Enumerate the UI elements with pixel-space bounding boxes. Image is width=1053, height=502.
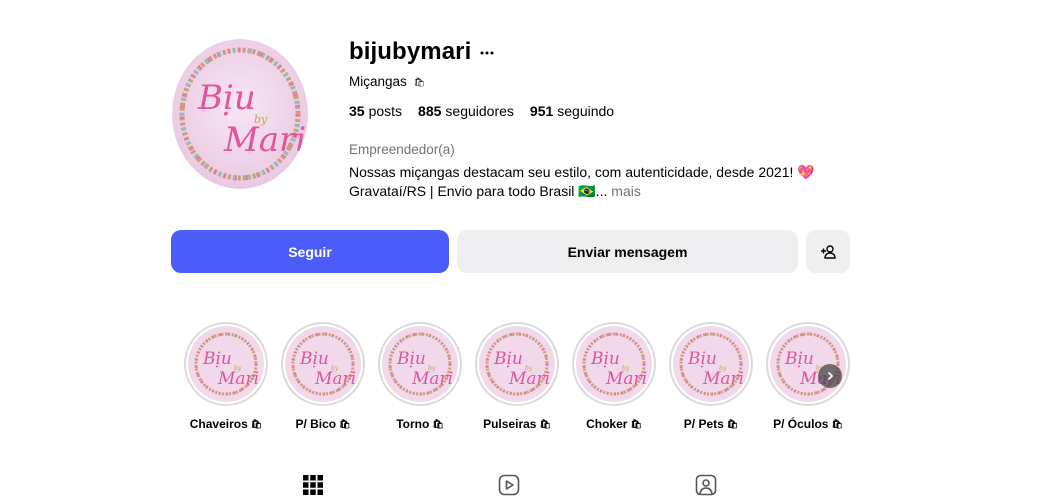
- svg-text:Bịu: Bịu: [202, 349, 232, 369]
- reels-icon[interactable]: [498, 474, 520, 496]
- highlight-item[interactable]: Bịu by Mari Torno 🛍: [378, 322, 462, 431]
- highlight-cover-image: BịubyMari: [576, 326, 652, 402]
- shopping-bags-emoji: 🛍: [250, 419, 263, 430]
- highlight-cover-image: BịubyMari: [188, 326, 264, 402]
- send-message-button[interactable]: Enviar mensagem: [457, 230, 798, 273]
- shopping-bags-emoji: 🛍: [630, 419, 642, 430]
- bio-line-1: Nossas miçangas destacam seu estilo, com…: [349, 164, 815, 180]
- tagged-icon[interactable]: [695, 474, 717, 496]
- bio-more-link[interactable]: mais: [611, 183, 641, 199]
- grid-icon[interactable]: [302, 474, 324, 496]
- svg-text:Bịu: Bịu: [493, 349, 523, 369]
- svg-text:Mari: Mari: [508, 369, 550, 389]
- posts-stat: 35 posts: [349, 103, 403, 119]
- profile-role: Empreendedor(a): [349, 142, 455, 157]
- shopping-bags-emoji: 🛍: [339, 419, 351, 430]
- highlight-label: Torno 🛍: [396, 417, 444, 431]
- highlight-label: P/ Pets 🛍: [683, 417, 739, 431]
- story-highlights: Bịu by Mari Chaveiros 🛍 Bịu by Mari P/ Bico 🛍 Bịu b…: [184, 322, 850, 431]
- profile-category: Miçangas 🛍: [349, 74, 425, 89]
- highlight-item[interactable]: Bịu by Mari P/ Bico 🛍: [281, 322, 365, 431]
- highlight-ring: BịubyMari: [572, 322, 656, 406]
- more-options-icon[interactable]: [478, 44, 496, 62]
- avatar-logo-text: Bịu: [197, 78, 256, 118]
- highlight-cover-image: BịubyMari: [673, 326, 749, 402]
- following-stat[interactable]: 951 seguindo: [530, 103, 614, 119]
- highlight-item[interactable]: Bịu by Mari Pulseiras 🛍: [475, 322, 559, 431]
- svg-text:Mari: Mari: [223, 120, 306, 160]
- bio-line-2: Gravataí/RS | Envio para todo Brasil 🇧🇷.…: [349, 183, 608, 199]
- shopping-bags-emoji: 🛍: [432, 419, 444, 430]
- suggest-users-button[interactable]: [806, 230, 850, 273]
- svg-text:Bịu: Bịu: [590, 349, 620, 369]
- svg-text:Mari: Mari: [702, 369, 744, 389]
- highlight-cover-image: BịubyMari: [479, 326, 555, 402]
- highlight-label: P/ Bico 🛍: [295, 417, 351, 431]
- highlight-item[interactable]: Bịu by Mari Chaveiros 🛍: [184, 322, 268, 431]
- avatar-logo-image: Bịu by Mari: [172, 39, 308, 189]
- highlight-item[interactable]: Bịu by Mari Choker 🛍: [572, 322, 656, 431]
- shopping-bags-emoji: 🛍: [726, 419, 739, 430]
- svg-text:Bịu: Bịu: [396, 349, 426, 369]
- highlight-ring: BịubyMari: [475, 322, 559, 406]
- profile-avatar[interactable]: Bịu by Mari: [172, 39, 308, 189]
- svg-text:Bịu: Bịu: [299, 349, 329, 369]
- highlight-label: Choker 🛍: [586, 417, 642, 431]
- highlight-cover-image: BịubyMari: [285, 326, 361, 402]
- svg-text:Mari: Mari: [314, 369, 356, 389]
- highlight-item[interactable]: Bịu by Mari P/ Pets 🛍: [669, 322, 753, 431]
- followers-stat[interactable]: 885 seguidores: [418, 103, 514, 119]
- highlight-label: Pulseiras 🛍: [483, 417, 551, 431]
- shopping-bags-emoji: 🛍: [413, 76, 425, 87]
- highlight-ring: BịubyMari: [378, 322, 462, 406]
- profile-bio: Nossas miçangas destacam seu estilo, com…: [349, 163, 819, 201]
- shopping-bags-emoji: 🛍: [831, 419, 843, 430]
- svg-text:Mari: Mari: [217, 369, 259, 389]
- add-person-icon: [821, 244, 836, 259]
- username: bijubymari: [349, 38, 472, 65]
- svg-text:Bịu: Bịu: [687, 349, 717, 369]
- shopping-bags-emoji: 🛍: [539, 419, 551, 430]
- follow-button[interactable]: Seguir: [171, 230, 449, 273]
- chevron-right-icon: [827, 371, 834, 381]
- highlight-cover-image: BịubyMari: [382, 326, 458, 402]
- svg-text:Mari: Mari: [605, 369, 647, 389]
- highlight-ring: BịubyMari: [766, 322, 850, 406]
- svg-text:Mari: Mari: [411, 369, 453, 389]
- highlight-ring: BịubyMari: [669, 322, 753, 406]
- highlight-ring: BịubyMari: [184, 322, 268, 406]
- highlight-label: P/ Óculos 🛍: [773, 417, 843, 431]
- highlight-ring: BịubyMari: [281, 322, 365, 406]
- profile-stats: 35 posts 885 seguidores 951 seguindo: [349, 103, 614, 119]
- highlights-next-button[interactable]: [818, 364, 842, 388]
- highlight-label: Chaveiros 🛍: [189, 417, 263, 431]
- svg-text:Bịu: Bịu: [784, 349, 814, 369]
